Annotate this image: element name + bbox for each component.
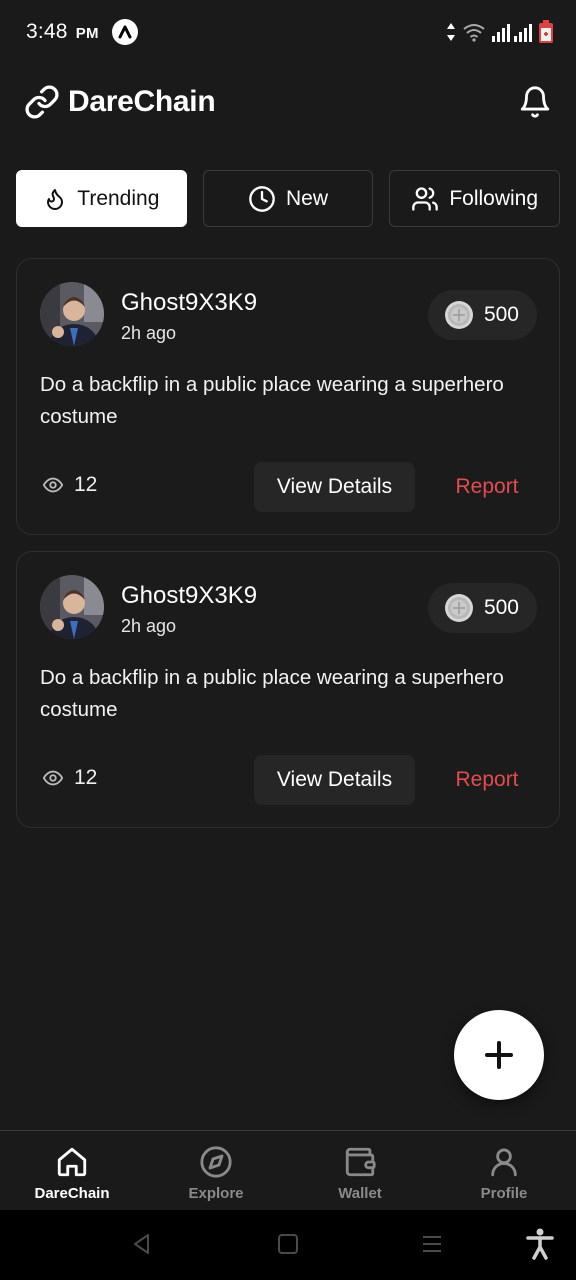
- data-arrows-icon: [447, 23, 455, 41]
- tab-following-label: Following: [449, 186, 539, 210]
- view-count: 12: [40, 766, 97, 790]
- view-count-value: 12: [74, 766, 98, 789]
- home-icon: [57, 1147, 87, 1177]
- wifi-icon: [463, 24, 485, 42]
- eye-icon: [42, 477, 64, 493]
- nav-item-wallet[interactable]: Wallet: [288, 1131, 432, 1210]
- report-button[interactable]: Report: [427, 462, 547, 512]
- status-bar: 3:48 PM: [0, 0, 576, 64]
- nav-label: Profile: [480, 1185, 528, 1202]
- username[interactable]: Ghost9X3K9: [121, 582, 257, 610]
- status-icons: [446, 20, 554, 44]
- home-square-icon[interactable]: [276, 1232, 300, 1261]
- app-title: DareChain: [68, 85, 216, 118]
- dare-card: Ghost9X3K9 2h ago 500 Do a backflip in a…: [16, 551, 560, 828]
- system-nav-bar: [0, 1210, 576, 1280]
- bottom-nav: DareChain Explore Wallet Profile: [0, 1130, 576, 1210]
- coin-icon: [444, 594, 473, 622]
- app-header: DareChain: [0, 80, 576, 128]
- feed-tabs: Trending New Following: [16, 170, 561, 227]
- status-ampm: PM: [75, 25, 99, 42]
- flame-icon: [47, 188, 64, 210]
- clock-icon: [249, 185, 275, 212]
- avatar[interactable]: [40, 575, 104, 639]
- post-time: 2h ago: [121, 616, 177, 636]
- view-details-button[interactable]: View Details: [254, 462, 415, 512]
- reward-amount: 500: [483, 303, 519, 326]
- dare-card: Ghost9X3K9 2h ago 500 Do a backflip in a…: [16, 258, 560, 535]
- reward-badge: 500: [427, 583, 537, 633]
- back-icon[interactable]: [130, 1232, 154, 1261]
- nav-item-explore[interactable]: Explore: [144, 1131, 288, 1210]
- wallet-icon: [345, 1147, 376, 1177]
- nav-label: Wallet: [338, 1185, 382, 1202]
- notifications-button[interactable]: [518, 84, 552, 125]
- accessibility-icon[interactable]: [526, 1228, 554, 1265]
- reward-badge: 500: [427, 290, 537, 340]
- nav-item-darechain[interactable]: DareChain: [0, 1131, 144, 1210]
- nav-label: DareChain: [34, 1185, 110, 1202]
- view-count-value: 12: [74, 473, 98, 496]
- post-time: 2h ago: [121, 323, 177, 343]
- coin-icon: [444, 301, 473, 329]
- menu-icon[interactable]: [420, 1232, 444, 1261]
- user-icon: [491, 1148, 517, 1177]
- users-icon: [412, 186, 439, 211]
- app-notification-icon: [112, 19, 138, 45]
- tab-trending[interactable]: Trending: [16, 170, 187, 227]
- nav-item-profile[interactable]: Profile: [432, 1131, 576, 1210]
- avatar[interactable]: [40, 282, 104, 346]
- dare-text: Do a backflip in a public place wearing …: [40, 373, 504, 428]
- eye-icon: [42, 770, 64, 786]
- signal-icon: [492, 24, 532, 42]
- nav-label: Explore: [188, 1185, 244, 1202]
- brand: DareChain: [24, 84, 216, 120]
- bell-icon: [520, 86, 550, 118]
- tab-new[interactable]: New: [202, 170, 374, 227]
- reward-amount: 500: [483, 596, 519, 619]
- username[interactable]: Ghost9X3K9: [121, 289, 257, 317]
- tab-following[interactable]: Following: [389, 170, 561, 227]
- plus-icon: [485, 1041, 513, 1069]
- compass-icon: [200, 1146, 232, 1178]
- dare-text: Do a backflip in a public place wearing …: [40, 666, 504, 721]
- link-icon: [25, 85, 59, 119]
- dare-feed: Ghost9X3K9 2h ago 500 Do a backflip in a…: [16, 258, 560, 844]
- create-dare-button[interactable]: [454, 1010, 544, 1100]
- status-time-value: 3:48: [26, 20, 68, 43]
- status-time: 3:48 PM: [26, 20, 99, 44]
- battery-icon: [539, 20, 553, 43]
- tab-new-label: New: [286, 186, 329, 210]
- view-details-button[interactable]: View Details: [254, 755, 415, 805]
- tab-trending-label: Trending: [77, 186, 160, 210]
- view-count: 12: [40, 473, 97, 497]
- report-button[interactable]: Report: [427, 755, 547, 805]
